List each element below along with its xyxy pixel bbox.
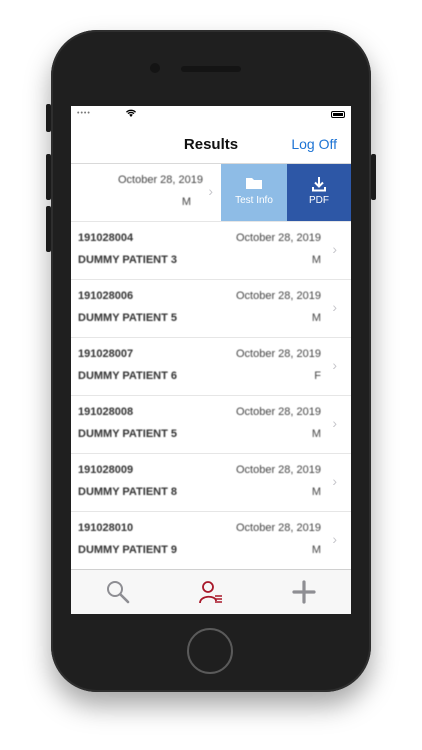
result-date: October 28, 2019 (235, 232, 321, 244)
test-info-label: Test Info (235, 195, 273, 206)
accession-number: 191028006 (78, 290, 134, 302)
result-date: October 28, 2019 (235, 348, 321, 360)
volume-up-button (46, 154, 51, 200)
tab-patient-list[interactable] (198, 579, 224, 605)
patient-name: DUMMY PATIENT 9 (78, 544, 178, 556)
mute-switch (46, 104, 51, 132)
accession-number: 191028009 (78, 464, 134, 476)
navigation-bar: Results Log Off (71, 124, 351, 164)
pdf-label: PDF (309, 195, 329, 206)
list-item[interactable]: 191028004 DUMMY PATIENT 3 October 28, 20… (71, 222, 351, 280)
list-item[interactable]: 191028010 DUMMY PATIENT 9 October 28, 20… (71, 512, 351, 569)
download-icon (287, 176, 351, 197)
chevron-right-icon: › (332, 357, 337, 373)
pdf-download-button[interactable]: PDF (287, 164, 351, 221)
list-item[interactable]: 191028009 DUMMY PATIENT 8 October 28, 20… (71, 454, 351, 512)
patient-sex: F (314, 370, 321, 382)
chevron-right-icon: › (332, 531, 337, 547)
list-item[interactable]: 191028007 DUMMY PATIENT 6 October 28, 20… (71, 338, 351, 396)
patient-name: DUMMY PATIENT 3 (78, 254, 178, 266)
status-bar: •••• (71, 106, 351, 124)
list-item[interactable]: 191028006 DUMMY PATIENT 5 October 28, 20… (71, 280, 351, 338)
patient-name: DUMMY PATIENT 6 (78, 370, 178, 382)
folder-icon (221, 176, 287, 195)
list-item-swiped[interactable]: October 28, 2019 M › Test Info PDF (71, 164, 351, 222)
result-date: October 28, 2019 (235, 522, 321, 534)
results-list: October 28, 2019 M › Test Info PDF 19102… (71, 164, 351, 569)
earpiece-speaker (181, 66, 241, 72)
list-item[interactable]: 191028008 DUMMY PATIENT 5 October 28, 20… (71, 396, 351, 454)
patient-name: DUMMY PATIENT 5 (78, 312, 178, 324)
patient-sex: M (311, 428, 321, 440)
patient-sex: M (181, 196, 191, 208)
front-camera (150, 63, 160, 73)
result-date: October 28, 2019 (117, 174, 203, 186)
search-icon (107, 581, 130, 604)
power-button (371, 154, 376, 200)
result-date: October 28, 2019 (235, 406, 321, 418)
chevron-right-icon: › (208, 183, 213, 199)
battery-icon (331, 111, 345, 118)
app-screen: •••• Results Log Off October 28, 2019 M … (71, 106, 351, 614)
patient-name: DUMMY PATIENT 5 (78, 428, 178, 440)
chevron-right-icon: › (332, 241, 337, 257)
patient-list-icon (199, 581, 222, 604)
test-info-button[interactable]: Test Info (221, 164, 287, 221)
plus-icon (292, 580, 316, 604)
patient-sex: M (311, 544, 321, 556)
result-date: October 28, 2019 (235, 464, 321, 476)
signal-icon: •••• (77, 110, 91, 117)
accession-number: 191028008 (78, 406, 134, 418)
patient-sex: M (311, 254, 321, 266)
volume-down-button (46, 206, 51, 252)
chevron-right-icon: › (332, 299, 337, 315)
chevron-right-icon: › (332, 473, 337, 489)
chevron-right-icon: › (332, 415, 337, 431)
result-date: October 28, 2019 (235, 290, 321, 302)
patient-name: DUMMY PATIENT 8 (78, 486, 178, 498)
tab-search[interactable] (105, 579, 131, 605)
home-button[interactable] (187, 628, 233, 674)
tab-add[interactable] (291, 579, 317, 605)
wifi-icon (125, 108, 137, 120)
accession-number: 191028010 (78, 522, 134, 534)
tab-bar (71, 569, 351, 614)
accession-number: 191028007 (78, 348, 134, 360)
patient-sex: M (311, 312, 321, 324)
accession-number: 191028004 (78, 232, 134, 244)
patient-sex: M (311, 486, 321, 498)
log-off-button[interactable]: Log Off (291, 136, 337, 152)
